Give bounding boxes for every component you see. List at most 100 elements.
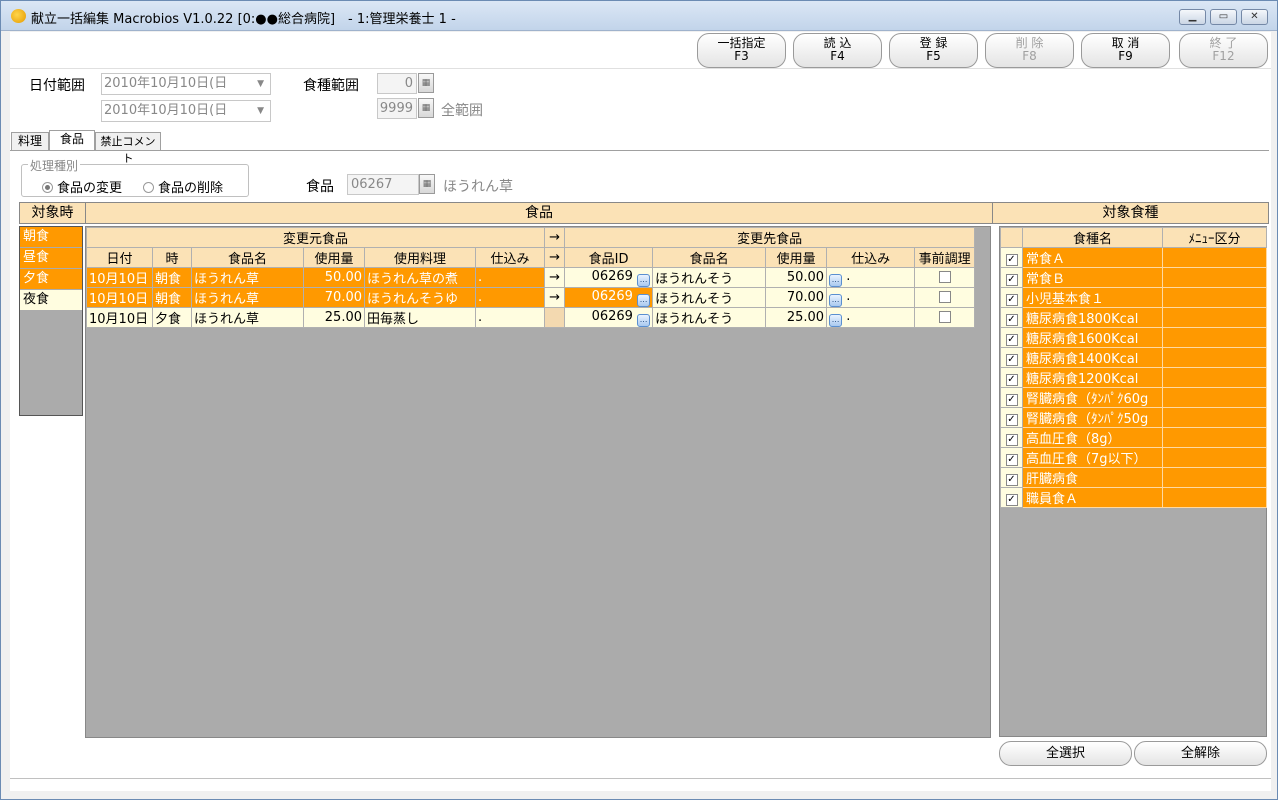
meal-from-picker-icon[interactable]: ▦ [418,73,434,93]
checkbox-checked-icon[interactable]: ✓ [1005,314,1018,326]
meal-type-checkbox[interactable]: ✓ [1000,327,1023,348]
maximize-icon[interactable]: ▭ [1210,9,1237,25]
meal-to-picker-icon[interactable]: ▦ [418,98,434,118]
cell-new-qty[interactable]: 70.00 [765,287,828,308]
cell-food-id[interactable]: 06269 ... [564,307,654,328]
ellipsis-icon[interactable]: ... [829,293,843,307]
table-row[interactable]: 10月10日 朝食 ほうれん草 50.00 ほうれん草の煮 . → 06269 … [86,267,976,288]
meal-time-item[interactable]: 夜食 [20,290,82,311]
cell-pre-cook[interactable] [914,267,976,288]
list-item[interactable]: ✓ 小児基本食１ [1000,287,1267,308]
cancel-button[interactable]: 取 消 F9 [1081,33,1170,68]
minimize-icon[interactable]: ▁ [1179,9,1206,25]
meal-type-name: 糖尿病食1600Kcal [1022,327,1163,348]
list-item[interactable]: ✓ 糖尿病食1400Kcal [1000,347,1267,368]
meal-type-name: 糖尿病食1400Kcal [1022,347,1163,368]
list-item[interactable]: ✓ 高血圧食（7g以下） [1000,447,1267,468]
meal-type-checkbox[interactable]: ✓ [1000,347,1023,368]
ellipsis-icon[interactable]: ... [637,313,651,327]
delete-button[interactable]: 削 除 F8 [985,33,1074,68]
meal-type-checkbox[interactable]: ✓ [1000,407,1023,428]
cell-new-prep[interactable]: ... . [826,267,916,288]
meal-type-checkbox[interactable]: ✓ [1000,367,1023,388]
cell-arrow [544,307,566,328]
checkbox-checked-icon[interactable]: ✓ [1005,274,1018,286]
list-item[interactable]: ✓ 糖尿病食1600Kcal [1000,327,1267,348]
checkbox-unchecked-icon[interactable] [938,291,951,303]
meal-type-checkbox[interactable]: ✓ [1000,307,1023,328]
cell-new-prep[interactable]: ... . [826,307,916,328]
list-item[interactable]: ✓ 糖尿病食1200Kcal [1000,367,1267,388]
list-item[interactable]: ✓ 高血圧食（8g） [1000,427,1267,448]
checkbox-unchecked-icon[interactable] [938,311,951,323]
date-to-select[interactable]: 2010年10月10日(日 ▼ [101,100,271,122]
cell-new-food: ほうれんそう [652,307,767,328]
checkbox-unchecked-icon[interactable] [938,271,951,283]
cell-pre-cook[interactable] [914,307,976,328]
ellipsis-icon[interactable]: ... [829,313,843,327]
ellipsis-icon[interactable]: ... [637,293,651,307]
list-item[interactable]: ✓ 腎臓病食（ﾀﾝﾊﾟｸ60g [1000,387,1267,408]
meal-from-input[interactable]: 0 [377,73,417,94]
button-key: F12 [1212,49,1235,63]
list-item[interactable]: ✓ 常食Ａ [1000,247,1267,268]
tab-dishes[interactable]: 料理 [11,132,49,151]
checkbox-checked-icon[interactable]: ✓ [1005,474,1018,486]
checkbox-checked-icon[interactable]: ✓ [1005,374,1018,386]
list-item[interactable]: ✓ 職員食Ａ [1000,487,1267,508]
close-icon[interactable]: ✕ [1241,9,1268,25]
col-check [1000,227,1023,248]
meal-type-checkbox[interactable]: ✓ [1000,467,1023,488]
meal-to-input[interactable]: 9999 [377,98,417,119]
checkbox-checked-icon[interactable]: ✓ [1005,454,1018,466]
meal-type-checkbox[interactable]: ✓ [1000,247,1023,268]
food-code-input[interactable]: 06267 [347,174,419,195]
list-item[interactable]: ✓ 肝臓病食 [1000,467,1267,488]
register-button[interactable]: 登 録 F5 [889,33,978,68]
table-row[interactable]: 10月10日 夕食 ほうれん草 25.00 田毎蒸し . 06269 ... ほ… [86,307,976,328]
ellipsis-icon[interactable]: ... [829,273,843,287]
checkbox-checked-icon[interactable]: ✓ [1005,434,1018,446]
date-from-select[interactable]: 2010年10月10日(日 ▼ [101,73,271,95]
food-id-value: 06269 [591,288,633,304]
tab-forbidden-comments[interactable]: 禁止コメント [95,132,161,165]
checkbox-checked-icon[interactable]: ✓ [1005,394,1018,406]
checkbox-checked-icon[interactable]: ✓ [1005,414,1018,426]
ellipsis-icon[interactable]: ... [637,273,651,287]
checkbox-checked-icon[interactable]: ✓ [1005,334,1018,346]
cell-new-qty[interactable]: 25.00 [765,307,828,328]
tab-foods[interactable]: 食品 [49,130,95,151]
meal-time-item[interactable]: 夕食 [20,269,82,290]
meal-type-checkbox[interactable]: ✓ [1000,447,1023,468]
list-item[interactable]: ✓ 常食Ｂ [1000,267,1267,288]
cell-new-prep[interactable]: ... . [826,287,916,308]
cell-food-id[interactable]: 06269 ... [564,287,654,308]
checkbox-checked-icon[interactable]: ✓ [1005,294,1018,306]
meal-type-checkbox[interactable]: ✓ [1000,267,1023,288]
select-all-button[interactable]: 全選択 [999,741,1132,766]
checkbox-checked-icon[interactable]: ✓ [1005,254,1018,266]
exit-button[interactable]: 終 了 F12 [1179,33,1268,68]
cell-new-qty[interactable]: 50.00 [765,267,828,288]
clear-all-button[interactable]: 全解除 [1134,741,1267,766]
meal-type-checkbox[interactable]: ✓ [1000,427,1023,448]
checkbox-checked-icon[interactable]: ✓ [1005,494,1018,506]
cell-pre-cook[interactable] [914,287,976,308]
table-row[interactable]: 10月10日 朝食 ほうれん草 70.00 ほうれんそうゆ . → 06269 … [86,287,976,308]
cell-qty: 25.00 [303,307,365,328]
meal-time-item[interactable]: 昼食 [20,248,82,269]
bulk-assign-button[interactable]: 一括指定 F3 [697,33,786,68]
food-picker-icon[interactable]: ▦ [419,174,435,194]
list-item[interactable]: ✓ 腎臓病食（ﾀﾝﾊﾟｸ50g [1000,407,1267,428]
radio-change-food[interactable]: 食品の変更 [42,177,122,196]
meal-type-checkbox[interactable]: ✓ [1000,387,1023,408]
meal-type-checkbox[interactable]: ✓ [1000,287,1023,308]
meal-time-item[interactable]: 朝食 [20,227,82,248]
checkbox-checked-icon[interactable]: ✓ [1005,354,1018,366]
radio-delete-food[interactable]: 食品の削除 [143,177,223,196]
load-button[interactable]: 読 込 F4 [793,33,882,68]
list-item[interactable]: ✓ 糖尿病食1800Kcal [1000,307,1267,328]
cell-food-id[interactable]: 06269 ... [564,267,654,288]
meal-type-checkbox[interactable]: ✓ [1000,487,1023,508]
meal-type-name: 肝臓病食 [1022,467,1163,488]
